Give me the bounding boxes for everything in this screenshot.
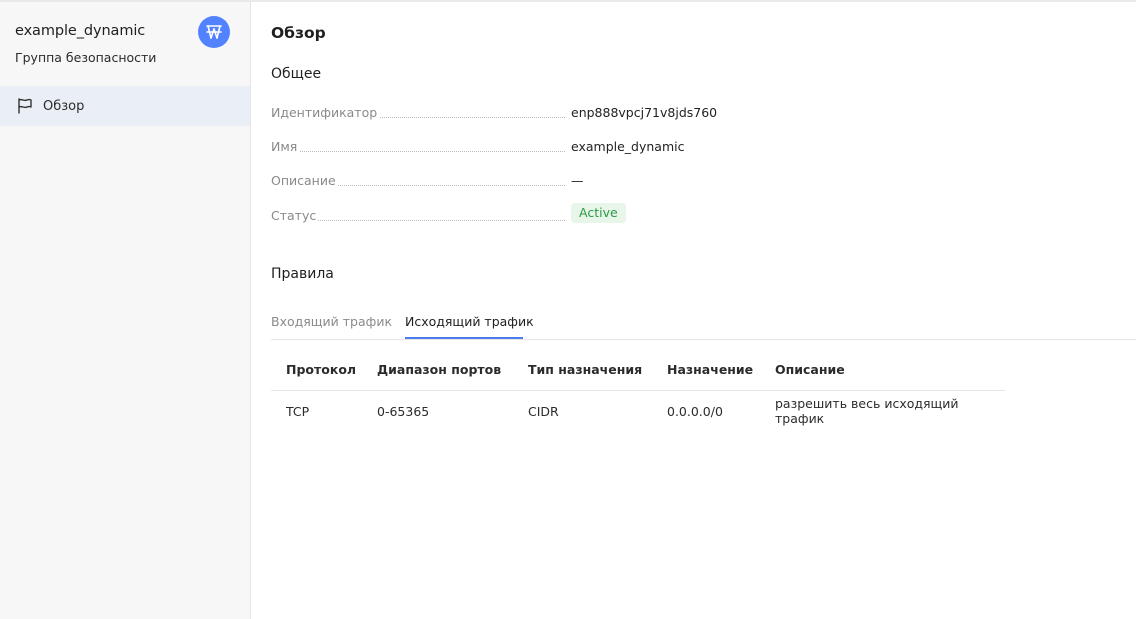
section-general-heading: Общее	[271, 66, 322, 82]
column-header: Протокол	[271, 350, 377, 391]
field-description: Описание —	[271, 173, 711, 195]
column-header: Описание	[775, 350, 1005, 391]
page-title: Обзор	[271, 24, 326, 42]
column-header: Тип назначения	[528, 350, 667, 391]
tab-outbound-traffic[interactable]: Исходящий трафик	[405, 314, 534, 329]
security-group-glyph	[206, 25, 222, 39]
field-id: Идентификатор enp888vpcj71v8jds760	[271, 105, 717, 127]
sidebar-item-overview[interactable]: Обзор	[0, 86, 250, 126]
field-value: enp888vpcj71v8jds760	[571, 105, 718, 120]
field-name: Имя example_dynamic	[271, 139, 711, 161]
dotted-leader	[271, 151, 565, 152]
field-value: example_dynamic	[571, 139, 685, 154]
rules-tabs: Входящий трафик Исходящий трафик	[271, 306, 1136, 340]
flag-icon	[16, 97, 34, 115]
table-header-row: Протокол Диапазон портов Тип назначения …	[271, 350, 1005, 391]
table-cell: 0-65365	[377, 403, 430, 419]
field-label: Идентификатор	[271, 105, 380, 120]
table-cell: 0.0.0.0/0	[667, 403, 723, 419]
column-header: Назначение	[667, 350, 775, 391]
sidebar: example_dynamic Группа безопасности Обзо…	[0, 2, 251, 619]
rules-table: Протокол Диапазон портов Тип назначения …	[271, 350, 1005, 432]
active-tab-indicator	[405, 337, 523, 339]
field-label: Описание	[271, 173, 338, 188]
status-badge: Active	[571, 203, 626, 223]
field-status: Статус Active	[271, 203, 711, 230]
tab-inbound-traffic[interactable]: Входящий трафик	[271, 314, 392, 329]
field-label: Имя	[271, 139, 300, 154]
section-rules-heading: Правила	[271, 266, 334, 282]
field-label: Статус	[271, 208, 319, 223]
table-cell: CIDR	[528, 403, 559, 419]
resource-type: Группа безопасности	[15, 50, 157, 65]
sidebar-item-label: Обзор	[43, 98, 85, 114]
field-value: —	[571, 173, 584, 188]
security-group-icon	[198, 16, 230, 48]
table-row[interactable]: TCP 0-65365 CIDR 0.0.0.0/0 разрешить вес…	[271, 390, 1005, 432]
table-cell: TCP	[286, 403, 310, 419]
resource-title: example_dynamic	[15, 23, 146, 39]
column-header: Диапазон портов	[377, 350, 528, 391]
table-cell: разрешить весь исходящий трафик	[775, 396, 959, 427]
